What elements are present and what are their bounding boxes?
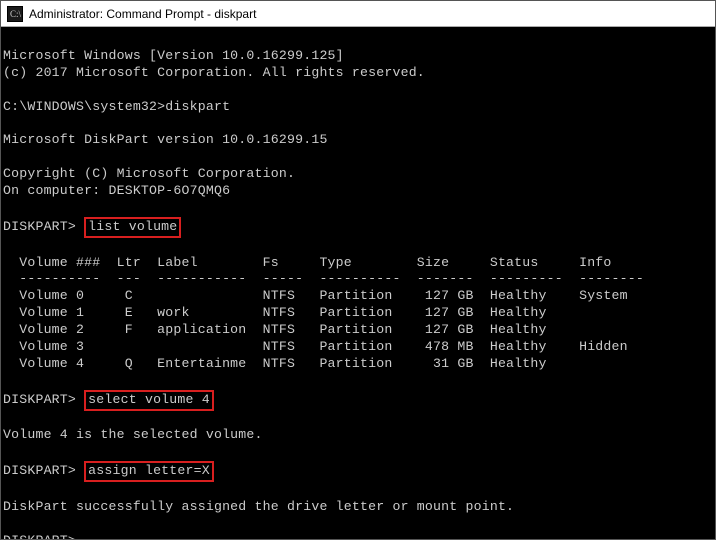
svg-text:C:\: C:\ bbox=[10, 9, 22, 19]
diskpart-version: Microsoft DiskPart version 10.0.16299.15 bbox=[3, 132, 328, 147]
selected-msg: Volume 4 is the selected volume. bbox=[3, 427, 263, 442]
vol-row-1: Volume 1 E work NTFS Partition 127 GB He… bbox=[3, 305, 547, 320]
cmd-diskpart: diskpart bbox=[165, 99, 230, 114]
vol-row-4: Volume 4 Q Entertainme NTFS Partition 31… bbox=[3, 356, 547, 371]
diskpart-computer: On computer: DESKTOP-6O7QMQ6 bbox=[3, 183, 230, 198]
diskpart-prompt: DISKPART> bbox=[3, 219, 76, 234]
cmd-icon: C:\ bbox=[7, 6, 23, 22]
shell-prompt: C:\WINDOWS\system32> bbox=[3, 99, 165, 114]
cmd-list-volume: list volume bbox=[84, 217, 181, 238]
version-line: Microsoft Windows [Version 10.0.16299.12… bbox=[3, 48, 344, 63]
cmd-select-volume: select volume 4 bbox=[84, 390, 214, 411]
vol-header: Volume ### Ltr Label Fs Type Size Status… bbox=[3, 255, 612, 270]
diskpart-prompt: DISKPART> bbox=[3, 463, 76, 478]
assign-msg: DiskPart successfully assigned the drive… bbox=[3, 499, 514, 514]
terminal-output[interactable]: Microsoft Windows [Version 10.0.16299.12… bbox=[1, 27, 715, 539]
diskpart-copyright: Copyright (C) Microsoft Corporation. bbox=[3, 166, 295, 181]
vol-row-3: Volume 3 NTFS Partition 478 MB Healthy H… bbox=[3, 339, 628, 354]
diskpart-prompt: DISKPART> bbox=[3, 392, 76, 407]
cmd-assign-letter: assign letter=X bbox=[84, 461, 214, 482]
copyright-line: (c) 2017 Microsoft Corporation. All righ… bbox=[3, 65, 425, 80]
window-title: Administrator: Command Prompt - diskpart bbox=[29, 7, 256, 21]
command-prompt-window: C:\ Administrator: Command Prompt - disk… bbox=[0, 0, 716, 540]
diskpart-prompt: DISKPART> bbox=[3, 533, 76, 539]
vol-divider: ---------- --- ----------- ----- -------… bbox=[3, 271, 644, 286]
titlebar[interactable]: C:\ Administrator: Command Prompt - disk… bbox=[1, 1, 715, 27]
vol-row-2: Volume 2 F application NTFS Partition 12… bbox=[3, 322, 547, 337]
vol-row-0: Volume 0 C NTFS Partition 127 GB Healthy… bbox=[3, 288, 628, 303]
